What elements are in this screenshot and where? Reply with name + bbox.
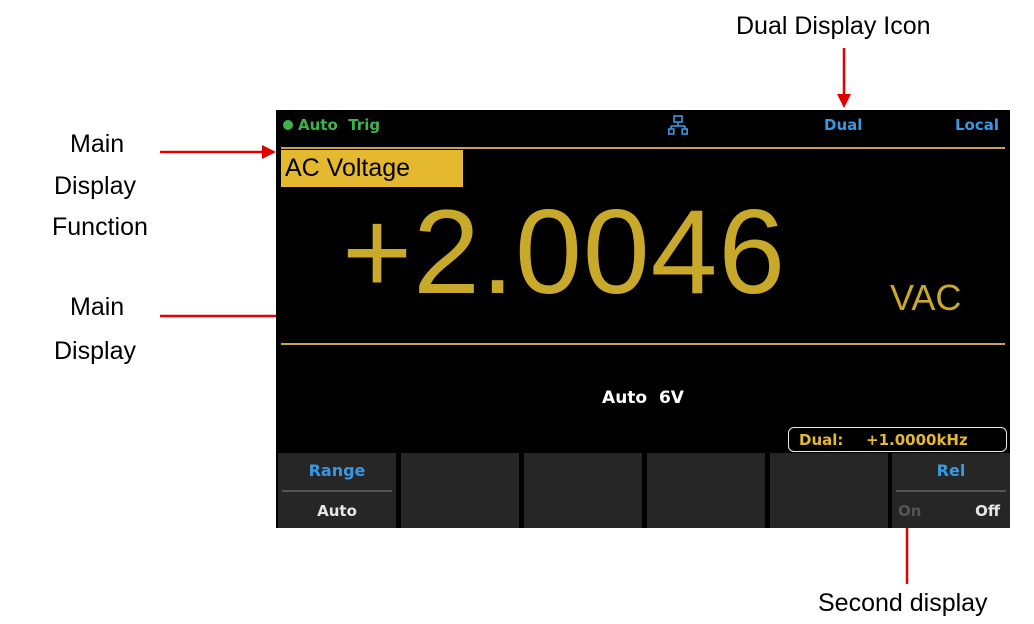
softkey-3[interactable] — [524, 453, 642, 528]
callout-line: Function — [52, 213, 148, 241]
second-display-callout: Second display — [818, 589, 988, 617]
softkey-rel-off: Off — [975, 502, 1000, 520]
range-info: Auto 6V — [602, 388, 684, 408]
callout-line: Main — [70, 293, 125, 321]
main-function-label: AC Voltage — [281, 150, 463, 187]
trigger-status-dot — [283, 120, 293, 130]
dual-display-indicator: Dual — [824, 116, 863, 134]
multimeter-screen: Auto Trig Dual Local AC Voltage +2.0046 … — [276, 110, 1010, 528]
divider-middle — [281, 343, 1005, 345]
local-status: Local — [955, 116, 1000, 134]
network-icon — [668, 115, 688, 135]
softkey-rel[interactable]: Rel On Off — [892, 453, 1010, 528]
softkey-range-value: Auto — [317, 502, 357, 520]
callout-line: Display — [54, 337, 136, 365]
softkey-rel-title: Rel — [936, 461, 966, 480]
softkey-separator — [896, 490, 1006, 492]
softkey-rel-on: On — [898, 502, 922, 520]
softkey-4[interactable] — [647, 453, 765, 528]
softkey-2[interactable] — [401, 453, 519, 528]
second-display: Dual: +1.0000kHz — [788, 427, 1007, 452]
second-display-label: Dual: — [799, 431, 844, 449]
callout-line: Main — [70, 130, 125, 158]
softkey-separator — [282, 490, 392, 492]
reading-unit: VAC — [890, 277, 962, 318]
softkey-5[interactable] — [770, 453, 888, 528]
arrow-dual-icon — [837, 48, 851, 108]
trigger-status: Auto Trig — [298, 116, 381, 134]
arrow-main-function — [160, 145, 276, 159]
softkey-range-title: Range — [308, 461, 366, 480]
main-reading: +2.0046 — [342, 185, 787, 319]
callout-line: Display — [54, 172, 136, 200]
softkey-range[interactable]: Range Auto — [278, 453, 396, 528]
divider-top — [281, 147, 1005, 149]
dual-display-icon-callout: Dual Display Icon — [736, 12, 931, 40]
second-display-value: +1.0000kHz — [866, 431, 968, 449]
